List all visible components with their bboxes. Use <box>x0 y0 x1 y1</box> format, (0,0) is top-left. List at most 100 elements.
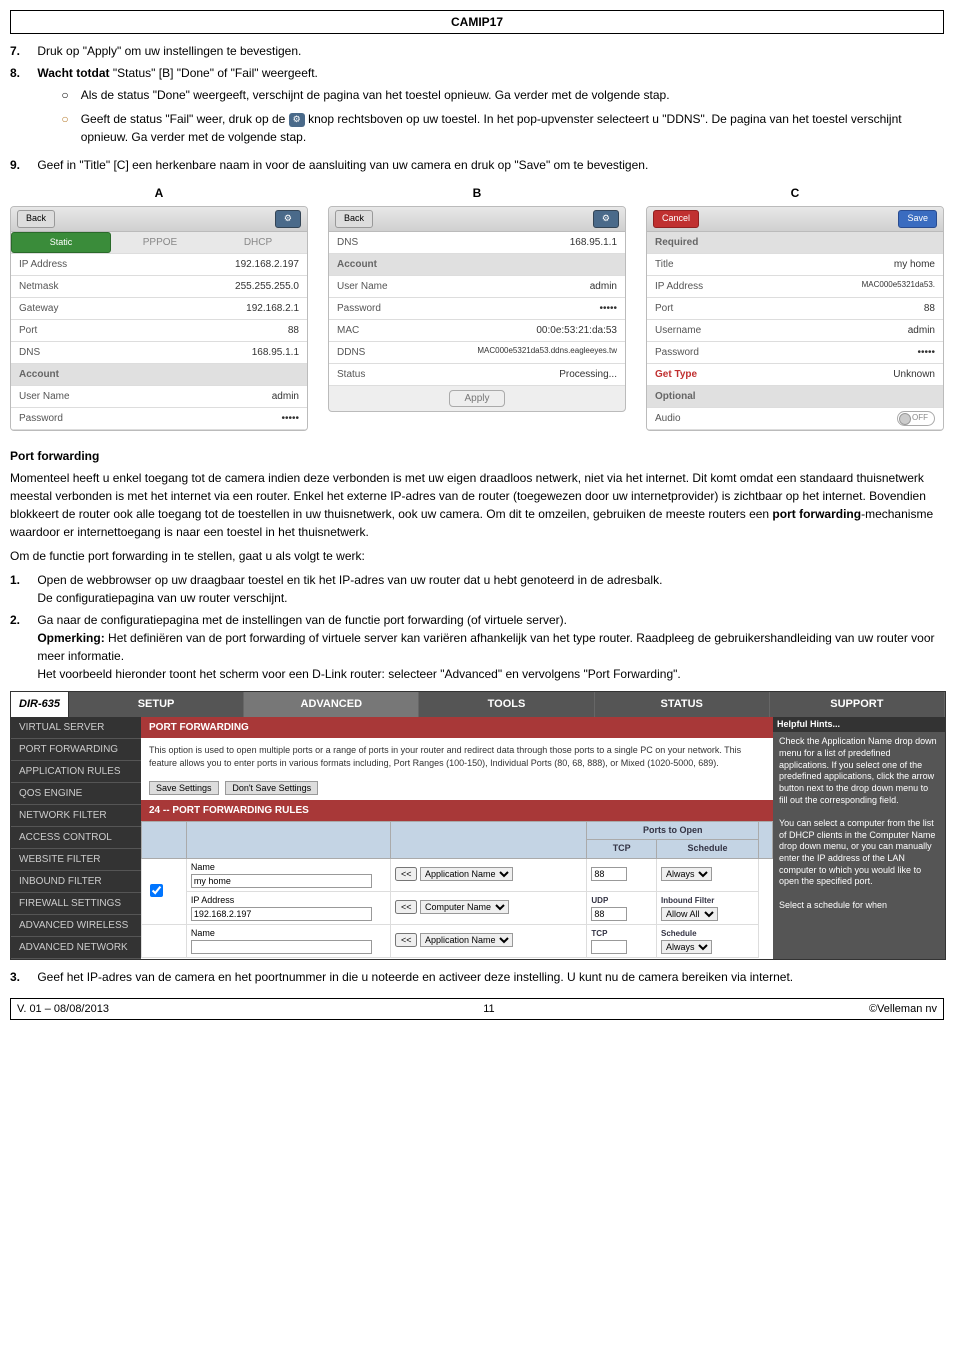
a-port-k: Port <box>19 323 37 338</box>
a-pass-v: ••••• <box>281 411 299 426</box>
a-gateway-k: Gateway <box>19 301 58 316</box>
th-tcp: TCP <box>587 840 657 859</box>
appname-select-2[interactable]: Application Name <box>420 933 513 947</box>
c-ip-k: IP Address <box>655 279 703 294</box>
c-gettype-v: Unknown <box>893 367 935 382</box>
step-num-7: 7. <box>10 42 34 60</box>
router-tab-status[interactable]: STATUS <box>595 692 770 717</box>
side-firewall-settings[interactable]: FIREWALL SETTINGS <box>11 893 141 915</box>
rule-name-input-2[interactable] <box>191 940 373 954</box>
step-7-text: Druk op "Apply" om uw instellingen te be… <box>37 42 941 60</box>
tab-pppoe[interactable]: PPPOE <box>111 232 209 254</box>
back-button-a[interactable]: Back <box>17 210 55 228</box>
step-num-9: 9. <box>10 156 34 174</box>
udp-port-input[interactable] <box>591 907 627 921</box>
save-button[interactable]: Save <box>898 210 937 228</box>
panel-c-screen: Cancel Save Required Titlemy home IP Add… <box>646 206 944 431</box>
router-save-button[interactable]: Save Settings <box>149 781 219 795</box>
th-ports: Ports to Open <box>587 821 759 840</box>
rule-name-input[interactable] <box>191 874 373 888</box>
step-8-lead: Wacht totdat <box>37 66 109 80</box>
side-advanced-wireless[interactable]: ADVANCED WIRELESS <box>11 915 141 937</box>
pf-step-1a: Open de webbrowser op uw draagbaar toest… <box>37 573 662 587</box>
tcp-port-input[interactable] <box>591 867 627 881</box>
tab-static[interactable]: Static <box>11 232 111 254</box>
router-rules-table: Ports to Open TCP Schedule Name << Appli <box>141 821 773 958</box>
side-inbound-filter[interactable]: INBOUND FILTER <box>11 871 141 893</box>
side-network-filter[interactable]: NETWORK FILTER <box>11 805 141 827</box>
schedule-select-2[interactable]: Always <box>661 940 712 954</box>
audio-toggle-off[interactable]: OFF <box>897 411 935 426</box>
side-virtual-server[interactable]: VIRTUAL SERVER <box>11 717 141 739</box>
c-pass-k: Password <box>655 345 699 360</box>
side-application-rules[interactable]: APPLICATION RULES <box>11 761 141 783</box>
cancel-button[interactable]: Cancel <box>653 210 699 228</box>
a-user-v: admin <box>272 389 299 404</box>
side-website-filter[interactable]: WEBSITE FILTER <box>11 849 141 871</box>
rule-checkbox[interactable] <box>150 884 163 897</box>
back-button-b[interactable]: Back <box>335 210 373 228</box>
label-name-2: Name <box>191 928 215 938</box>
b-mac-v: 00:0e:53:21:da:53 <box>536 323 617 338</box>
step-8-sublist: ○ Als de status "Done" weergeeft, versch… <box>37 86 941 146</box>
c-user-k: Username <box>655 323 701 338</box>
panel-b: B Back ⚙ DNS168.95.1.1 Account User Name… <box>328 184 626 431</box>
pf-step-1-num: 1. <box>10 571 34 589</box>
bullet-o-2: ○ <box>61 110 77 128</box>
tab-dhcp[interactable]: DHCP <box>209 232 307 254</box>
tool-icon-a[interactable]: ⚙ <box>275 210 301 228</box>
pf-opmerking: Opmerking: <box>37 631 104 645</box>
copy-left-button-1[interactable]: << <box>395 867 418 881</box>
c-required: Required <box>655 235 698 250</box>
rule-ip-input[interactable] <box>191 907 373 921</box>
th-sched-2: Schedule <box>661 929 697 938</box>
appname-select[interactable]: Application Name <box>420 867 513 881</box>
step-9-text: Geef in "Title" [C] een herkenbare naam … <box>37 156 941 174</box>
pf-step-2: Ga naar de configuratiepagina met de ins… <box>37 611 941 683</box>
panels-row: A Back ⚙ Static PPPOE DHCP IP Address192… <box>10 184 944 431</box>
footer-right: ©Velleman nv <box>869 1001 937 1018</box>
copy-left-button-3[interactable]: << <box>395 933 418 947</box>
router-pf-desc: This option is used to open multiple por… <box>141 738 773 777</box>
inbound-select[interactable]: Allow All <box>661 907 718 921</box>
a-netmask-k: Netmask <box>19 279 58 294</box>
a-dns-v: 168.95.1.1 <box>252 345 299 360</box>
router-tab-setup[interactable]: SETUP <box>69 692 244 717</box>
router-tab-support[interactable]: SUPPORT <box>770 692 945 717</box>
a-port-v: 88 <box>288 323 299 338</box>
compname-select[interactable]: Computer Name <box>420 900 509 914</box>
pf-step-2-num: 2. <box>10 611 34 629</box>
a-netmask-v: 255.255.255.0 <box>235 279 299 294</box>
pf-step-1b: De configuratiepagina van uw router vers… <box>37 591 287 605</box>
side-access-control[interactable]: ACCESS CONTROL <box>11 827 141 849</box>
copy-left-button-2[interactable]: << <box>395 900 418 914</box>
c-title-v: my home <box>894 257 935 272</box>
router-dont-save-button[interactable]: Don't Save Settings <box>225 781 318 795</box>
th-inbound: Inbound Filter <box>661 896 714 905</box>
router-tab-advanced[interactable]: ADVANCED <box>244 692 419 717</box>
panel-c-label: C <box>646 184 944 202</box>
c-port-v: 88 <box>924 301 935 316</box>
pf-step-3-num: 3. <box>10 968 34 986</box>
step-8-sub2a: Geeft de status "Fail" weer, druk op de <box>81 112 289 126</box>
b-account: Account <box>337 257 377 272</box>
apply-button[interactable]: Apply <box>449 390 504 407</box>
tcp-port-input-2[interactable] <box>591 940 627 954</box>
tool-icon: ⚙ <box>289 113 305 127</box>
side-qos-engine[interactable]: QOS ENGINE <box>11 783 141 805</box>
schedule-select-1[interactable]: Always <box>661 867 712 881</box>
panel-c: C Cancel Save Required Titlemy home IP A… <box>646 184 944 431</box>
router-tab-tools[interactable]: TOOLS <box>419 692 594 717</box>
step-8-tail: "Status" [B] "Done" of "Fail" weergeeft. <box>110 66 318 80</box>
b-user-v: admin <box>590 279 617 294</box>
tool-icon-b[interactable]: ⚙ <box>593 210 619 228</box>
pf-step-2a: Ga naar de configuratiepagina met de ins… <box>37 613 567 627</box>
a-user-k: User Name <box>19 389 70 404</box>
b-dns-k: DNS <box>337 235 358 250</box>
pf-step-1: Open de webbrowser op uw draagbaar toest… <box>37 571 941 607</box>
side-port-forwarding[interactable]: PORT FORWARDING <box>11 739 141 761</box>
panel-a: A Back ⚙ Static PPPOE DHCP IP Address192… <box>10 184 308 431</box>
c-gettype-k[interactable]: Get Type <box>655 367 697 382</box>
bullet-o-1: ○ <box>61 86 77 104</box>
side-advanced-network[interactable]: ADVANCED NETWORK <box>11 937 141 959</box>
